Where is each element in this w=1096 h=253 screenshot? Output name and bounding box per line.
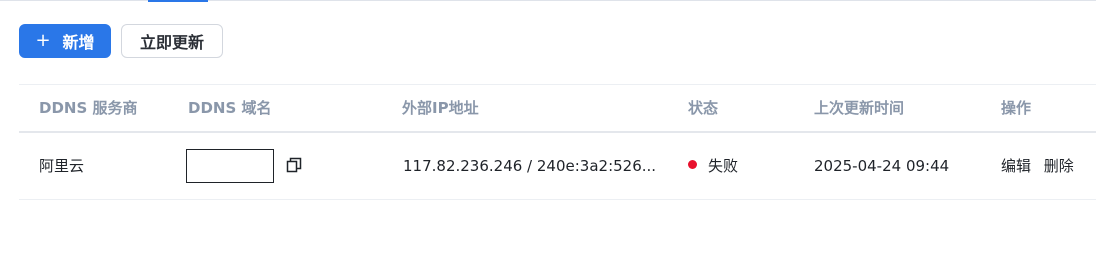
column-header-ip: 外部IP地址	[402, 99, 479, 117]
status-fail-dot	[688, 160, 697, 169]
refresh-now-label: 立即更新	[139, 33, 204, 52]
table-header: DDNS 服务商 DDNS 域名 外部IP地址 状态 上次更新时间 操作	[19, 84, 1096, 133]
plus-icon: +	[35, 30, 51, 51]
status-cell: 失败	[688, 133, 738, 199]
edit-link[interactable]: 编辑	[1001, 157, 1031, 175]
table-row: 阿里云 117.82.236.246 / 240e:3a2:526... 失败 …	[19, 133, 1096, 200]
column-header-provider: DDNS 服务商	[39, 99, 138, 117]
external-ip-cell: 117.82.236.246 / 240e:3a2:526...	[403, 157, 657, 175]
column-header-last-updated: 上次更新时间	[814, 99, 905, 117]
copy-icon[interactable]	[286, 157, 302, 173]
ddns-table: DDNS 服务商 DDNS 域名 外部IP地址 状态 上次更新时间 操作 阿里云…	[19, 84, 1096, 200]
toolbar: + 新增 立即更新	[19, 24, 223, 58]
actions-cell: 编辑 删除	[1001, 133, 1074, 199]
last-updated-cell: 2025-04-24 09:44	[814, 157, 950, 175]
delete-link[interactable]: 删除	[1044, 157, 1074, 175]
column-header-status: 状态	[688, 99, 719, 117]
column-header-domain: DDNS 域名	[188, 99, 272, 117]
provider-cell: 阿里云	[39, 157, 85, 175]
add-button[interactable]: + 新增	[19, 24, 111, 58]
add-button-label: 新增	[62, 33, 95, 52]
domain-field[interactable]	[186, 149, 274, 183]
column-header-actions: 操作	[1001, 99, 1032, 117]
status-text: 失败	[708, 157, 739, 175]
refresh-now-button[interactable]: 立即更新	[121, 24, 223, 58]
active-tab-indicator	[148, 0, 208, 2]
